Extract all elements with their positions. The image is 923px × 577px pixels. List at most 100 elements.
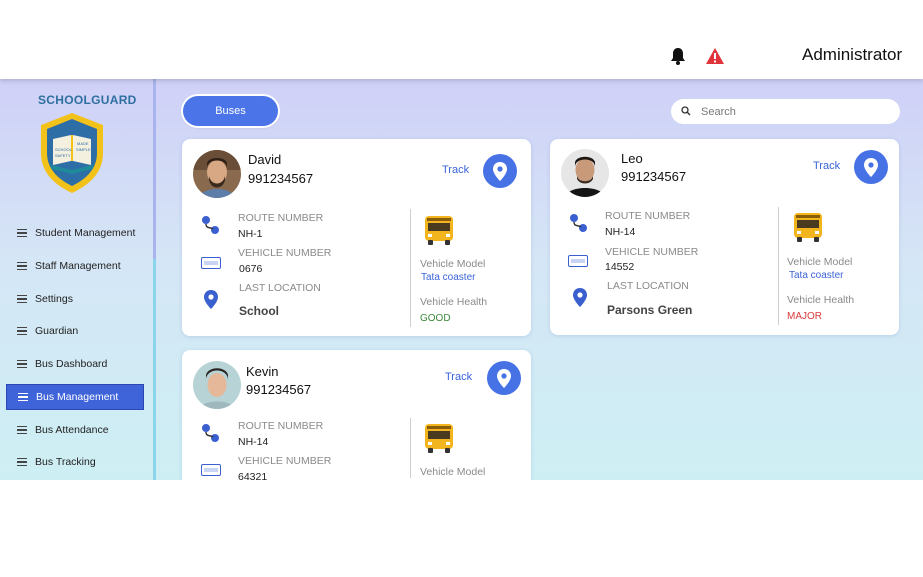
location-pin-icon [573,288,587,312]
driver-name: Kevin [246,364,279,379]
bus-card: David 991234567 Track ROUTE NUMBER NH-1 … [182,139,531,336]
sidebar-item-bus-management[interactable]: Bus Management [6,384,144,410]
svg-text:MADE: MADE [77,141,89,146]
location-label: LAST LOCATION [239,282,321,294]
sidebar: SCHOOLGUARD SCHOOL MADE SAFETY SIMPLE St… [0,79,153,480]
sidebar-item-label: Bus Management [36,391,119,403]
avatar [193,150,241,198]
sidebar-item-label: Student Management [35,227,136,239]
sidebar-item-bus-tracking[interactable]: Bus Tracking [6,449,144,475]
bus-icon [424,422,454,459]
bus-icon [424,214,454,251]
route-value: NH-14 [238,436,269,448]
search-bar[interactable] [671,99,900,124]
menu-icon [17,326,27,336]
menu-icon [17,425,27,435]
vehicle-value: 64321 [238,471,268,480]
track-link[interactable]: Track [442,164,469,176]
sidebar-item-label: Guardian [35,325,79,337]
route-label: ROUTE NUMBER [238,212,324,224]
menu-icon [17,261,27,271]
vehicle-value: 14552 [605,261,635,273]
sidebar-scrollbar[interactable] [153,259,156,480]
sidebar-item-label: Bus Tracking [35,456,96,468]
avatar [561,149,609,197]
location-label: LAST LOCATION [607,280,689,292]
driver-phone: 991234567 [248,171,314,186]
menu-icon [17,294,27,304]
vehicle-plate-icon [568,254,588,272]
location-pin-icon [497,368,511,388]
model-value: Tata coaster [421,272,476,283]
user-name[interactable]: Administrator [802,45,902,65]
tab-buses[interactable]: Buses [183,96,278,126]
model-label: Vehicle Model [420,466,486,478]
menu-icon [17,359,27,369]
search-icon [681,103,691,121]
health-status: MAJOR [787,311,822,322]
location-pin-icon [204,290,218,314]
sidebar-item-bus-dashboard[interactable]: Bus Dashboard [6,351,144,377]
card-divider [410,418,411,478]
card-divider [778,207,779,325]
bus-icon [793,211,823,248]
health-status: GOOD [420,313,451,324]
location-value: School [239,304,280,318]
bell-icon[interactable] [668,46,688,71]
sidebar-item-label: Settings [35,293,73,305]
app-body: SCHOOLGUARD SCHOOL MADE SAFETY SIMPLE St… [0,79,923,480]
driver-name: David [248,152,282,167]
sidebar-item-label: Bus Dashboard [35,358,108,370]
location-pin-icon [493,161,507,181]
svg-text:SAFETY: SAFETY [55,153,71,158]
menu-icon [17,457,27,467]
vehicle-plate-icon [201,256,221,274]
sidebar-item-bus-attendance[interactable]: Bus Attendance [6,417,144,443]
vehicle-plate-icon [201,463,221,480]
sidebar-item-staff-management[interactable]: Staff Management [6,253,144,279]
card-divider [410,209,411,327]
driver-name: Leo [621,151,643,166]
search-input[interactable] [701,105,871,118]
svg-text:SCHOOL: SCHOOL [55,147,73,152]
location-value: Parsons Green [607,303,693,317]
menu-icon [17,228,27,238]
sidebar-item-guardian[interactable]: Guardian [6,318,144,344]
model-value: Tata coaster [789,270,844,281]
route-label: ROUTE NUMBER [605,210,691,222]
route-icon [201,215,221,240]
model-label: Vehicle Model [787,256,853,268]
location-button[interactable] [487,361,521,395]
top-header: Administrator [0,0,923,79]
bus-card: Leo 991234567 Track ROUTE NUMBER NH-14 V… [550,139,899,335]
route-value: NH-14 [605,226,636,238]
schoolguard-logo: SCHOOL MADE SAFETY SIMPLE [37,111,107,200]
health-label: Vehicle Health [420,296,488,308]
model-label: Vehicle Model [420,258,486,270]
track-link[interactable]: Track [445,371,472,383]
sidebar-item-settings[interactable]: Settings [6,286,144,312]
location-button[interactable] [483,154,517,188]
sidebar-item-label: Bus Attendance [35,424,109,436]
sidebar-item-label: Staff Management [35,260,121,272]
track-link[interactable]: Track [813,160,840,172]
vehicle-label: VEHICLE NUMBER [238,247,332,259]
route-label: ROUTE NUMBER [238,420,324,432]
route-icon [569,213,589,238]
location-pin-icon [864,157,878,177]
menu-icon [18,392,28,402]
vehicle-label: VEHICLE NUMBER [238,455,332,467]
driver-phone: 991234567 [621,169,687,184]
route-value: NH-1 [238,228,263,240]
svg-text:SIMPLE: SIMPLE [76,147,91,152]
avatar [193,361,241,409]
sidebar-item-student-management[interactable]: Student Management [6,220,144,246]
location-button[interactable] [854,150,888,184]
vehicle-value: 0676 [239,263,263,275]
brand-name: SCHOOLGUARD [38,93,137,107]
route-icon [201,423,221,448]
vehicle-label: VEHICLE NUMBER [605,246,699,258]
driver-phone: 991234567 [246,382,312,397]
health-label: Vehicle Health [787,294,855,306]
warning-icon[interactable] [705,47,725,70]
